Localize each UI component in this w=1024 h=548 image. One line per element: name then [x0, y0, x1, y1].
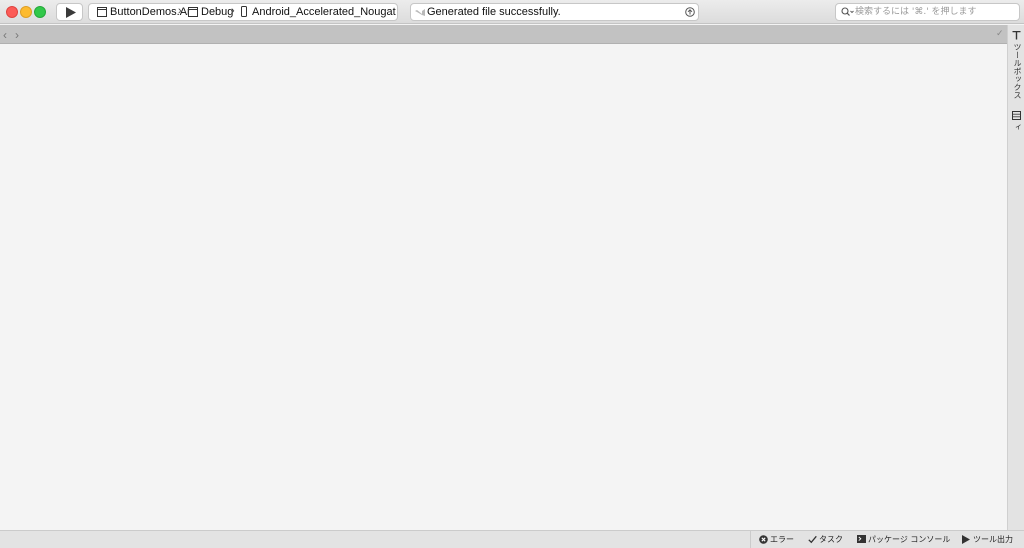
breadcrumb-device[interactable]: Android_Accelerated_Nougat (API 25): [252, 6, 397, 19]
search-icon: [841, 7, 854, 16]
right-side-panel: ツールボックス プロパティ: [1007, 25, 1024, 530]
errors-pad-button[interactable]: エラー: [759, 533, 799, 547]
play-icon: [962, 535, 970, 544]
window-icon: [188, 7, 198, 17]
status-bar: エラー タスク パッケージ コンソール ツール出力: [0, 530, 1024, 548]
breadcrumb-separator: ›: [178, 5, 182, 17]
tasks-pad-button[interactable]: タスク: [808, 533, 848, 547]
check-icon: [808, 535, 817, 544]
side-tab-properties[interactable]: プロパティ: [1008, 109, 1024, 161]
breadcrumb-separator: ›: [231, 5, 235, 17]
zoom-window-button[interactable]: [34, 6, 46, 18]
package-console-pad-button[interactable]: パッケージ コンソール: [857, 533, 952, 547]
toolbox-icon: [1012, 31, 1021, 40]
forward-arrow-icon[interactable]: ›: [15, 28, 19, 42]
status-bar-divider: [750, 531, 751, 548]
search-input[interactable]: [855, 5, 1015, 19]
tasks-label: タスク: [819, 535, 843, 544]
document-nav-bar: ‹ › ✓: [0, 25, 1007, 44]
side-tab-toolbox[interactable]: ツールボックス: [1008, 29, 1024, 101]
minimize-window-button[interactable]: [20, 6, 32, 18]
errors-label: エラー: [770, 535, 794, 544]
phone-icon: [241, 6, 247, 17]
close-window-button[interactable]: [6, 6, 18, 18]
properties-icon: [1012, 111, 1021, 120]
tool-output-pad-button[interactable]: ツール出力: [962, 533, 1020, 547]
search-box[interactable]: [835, 3, 1020, 21]
tool-output-label: ツール出力: [973, 535, 1013, 544]
toolbar: ButtonDemos.Ar › Debug › Android_Acceler…: [0, 0, 1024, 24]
play-icon: [66, 7, 76, 18]
console-icon: [857, 535, 866, 543]
status-text: Generated file successfully.: [427, 6, 561, 18]
side-tab-properties-label: プロパティ: [1013, 123, 1022, 131]
upload-circle-icon[interactable]: [685, 7, 695, 17]
visual-studio-icon: [415, 9, 425, 16]
window-icon: [97, 7, 107, 17]
side-tab-toolbox-label: ツールボックス: [1013, 43, 1022, 99]
editor-area[interactable]: [0, 44, 1007, 530]
run-configuration-breadcrumb[interactable]: ButtonDemos.Ar › Debug › Android_Acceler…: [88, 3, 398, 21]
back-arrow-icon[interactable]: ‹: [3, 28, 7, 42]
run-button[interactable]: [56, 3, 83, 21]
package-console-label: パッケージ コンソール: [868, 535, 951, 544]
status-display: Generated file successfully.: [410, 3, 699, 21]
check-icon: ✓: [996, 28, 1004, 38]
breadcrumb-configuration[interactable]: Debug: [201, 6, 233, 19]
error-icon: [759, 535, 768, 544]
